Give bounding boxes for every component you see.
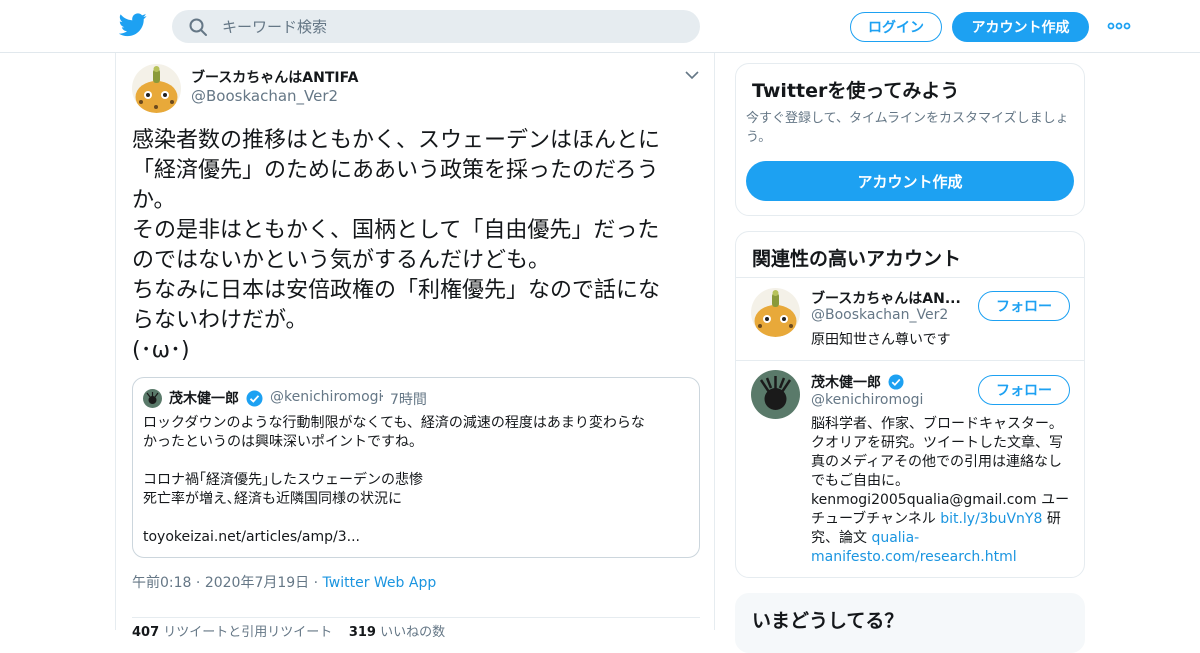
divider [736,360,1084,361]
top-bar: ログイン アカウント作成 [0,0,1200,53]
quoted-author-handle: @kenichiromogi [270,389,383,405]
divider [736,277,1084,278]
tweet-source-link[interactable]: Twitter Web App [323,575,437,591]
like-count[interactable]: 319 [349,625,376,640]
separator-dot: · [380,389,385,405]
account-name[interactable]: ブースカちゃんはAN... [811,288,961,308]
card-title: 関連性の高いアカウント [752,248,962,270]
account-bio: 脳科学者、作家、ブロードキャスター。クオリアを研究。ツイートした文章、写真のメデ… [811,416,1070,565]
quoted-avatar [143,389,162,408]
more-icon[interactable] [1107,20,1131,32]
booska-avatar-icon [132,64,181,113]
account-name[interactable]: 茂木健一郎 [811,372,881,392]
login-button[interactable]: ログイン [850,12,942,42]
author-name[interactable]: ブースカちゃんはANTIFA [191,67,358,87]
tweet-stats: 407 リツイートと引用リツイート 319 いいねの数 [132,621,445,640]
search-input[interactable] [222,10,682,43]
quoted-author-name: 茂木健一郎 [169,391,239,407]
chevron-down-icon[interactable] [684,69,700,81]
tweet-meta: 午前0:18 · 2020年7月19日 · Twitter Web App [132,572,436,592]
search-icon [189,18,207,36]
avatar[interactable] [132,64,181,113]
follow-button[interactable]: フォロー [978,291,1070,321]
retweet-label[interactable]: リツイートと引用リツイート [163,625,332,640]
divider [132,617,700,618]
retweet-count[interactable]: 407 [132,625,159,640]
quoted-time: 7時間 [390,392,427,408]
quoted-tweet[interactable]: 茂木健一郎 @kenichiromogi · 7時間 ロックダウンのような行動制… [132,377,700,558]
mogi-avatar-icon [143,389,162,408]
verified-badge-icon [246,390,263,407]
follow-button[interactable]: フォロー [978,375,1070,405]
tweet-time[interactable]: 午前0:18 [132,575,191,591]
separator-dot: · [195,575,201,591]
account-handle[interactable]: @kenichiromogi [811,392,923,408]
like-label[interactable]: いいねの数 [380,625,445,640]
search-box[interactable] [172,10,700,43]
signup-promo-card: Twitterを使ってみよう 今すぐ登録して、タイムラインをカスタマイズしましょ… [735,63,1085,216]
signup-button[interactable]: アカウント作成 [952,12,1089,42]
signup-card-button[interactable]: アカウント作成 [746,161,1074,201]
trends-card: いまどうしてる？ [735,593,1085,653]
tweet-column: ブースカちゃんはANTIFA @Booskachan_Ver2 感染者数の推移は… [115,53,715,640]
tweet-date[interactable]: 2020年7月19日 [205,575,309,591]
account-handle[interactable]: @Booskachan_Ver2 [811,307,948,323]
tweet-text: 感染者数の推移はともかく、スウェーデンはほんとに 「経済優先」のためにああいう政… [132,128,661,363]
separator-dot: · [313,575,319,591]
card-description: 今すぐ登録して、タイムラインをカスタマイズしましょう。 [746,111,1069,145]
card-title: Twitterを使ってみよう [752,80,960,102]
card-title: いまどうしてる？ [752,610,904,632]
avatar[interactable] [751,370,800,419]
author-handle[interactable]: @Booskachan_Ver2 [191,87,338,105]
quoted-text: ロックダウンのような行動制限がなくても、経済の減速の程度はあまり変わらな かった… [143,415,645,545]
avatar[interactable] [751,288,800,337]
account-bio: 原田知世さん尊いです [811,332,951,348]
related-accounts-card: 関連性の高いアカウント ブースカちゃんはAN... @Booskachan_Ve… [735,231,1085,578]
mogi-avatar-icon [751,370,800,419]
bio-link[interactable]: bit.ly/3buVnY8 [940,511,1042,527]
verified-badge-icon [888,374,904,390]
booska-avatar-icon [751,288,800,337]
twitter-logo-icon[interactable] [119,13,147,37]
